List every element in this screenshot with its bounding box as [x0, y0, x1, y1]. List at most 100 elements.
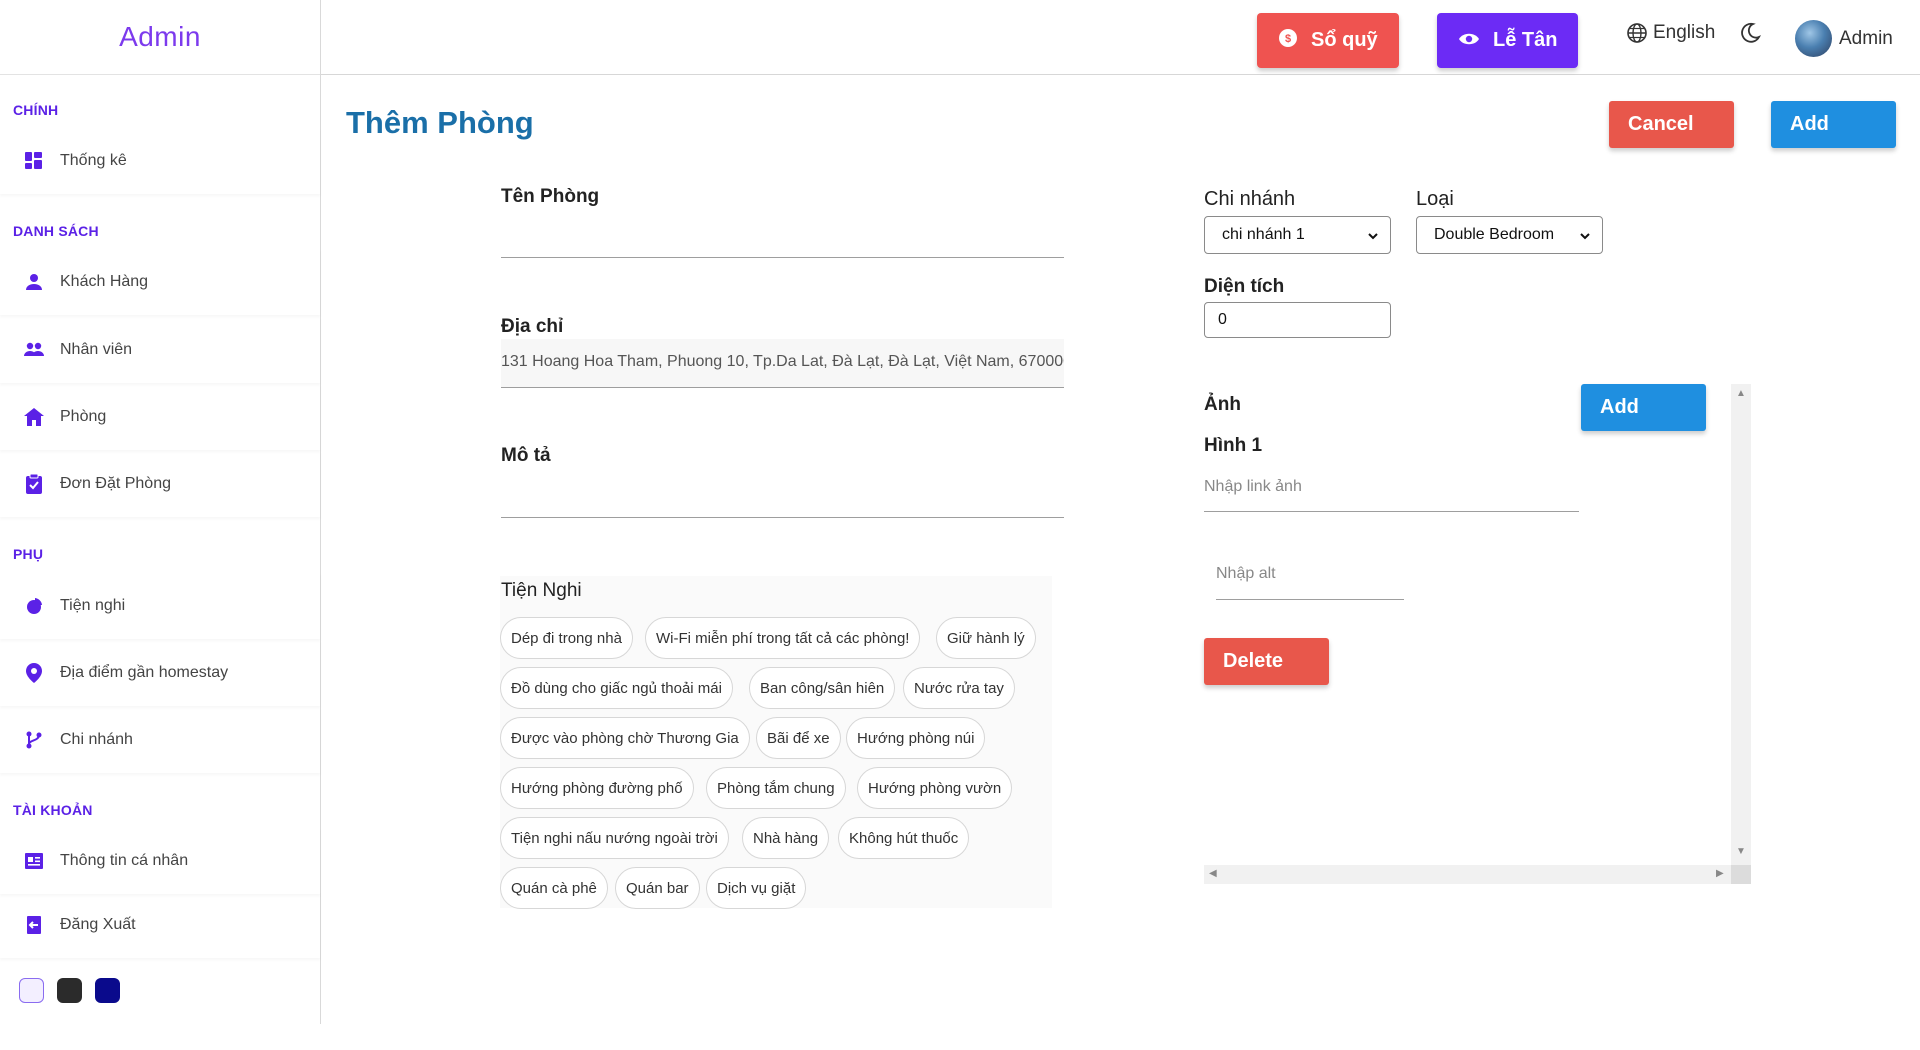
- chevron-down-icon: [1579, 229, 1591, 247]
- chevron-down-icon: [1367, 229, 1379, 247]
- address-input[interactable]: 131 Hoang Hoa Tham, Phuong 10, Tp.Da Lat…: [501, 339, 1064, 387]
- dark-mode-toggle[interactable]: [1739, 22, 1761, 44]
- globe-icon: [1627, 23, 1647, 43]
- scroll-up-icon[interactable]: ▲: [1736, 388, 1746, 399]
- scroll-down-icon[interactable]: ▼: [1736, 846, 1746, 857]
- amenity-chip[interactable]: Wi-Fi miễn phí trong tất cả các phòng!: [645, 617, 921, 659]
- area-label: Diện tích: [1204, 276, 1285, 297]
- id-card-icon: [24, 851, 44, 871]
- dashboard-icon: [24, 151, 44, 171]
- image-panel-vertical-scrollbar[interactable]: [1731, 384, 1751, 865]
- amenity-chip[interactable]: Không hút thuốc: [838, 817, 970, 859]
- type-select-value: Double Bedroom: [1434, 226, 1555, 243]
- amenity-chip[interactable]: Được vào phòng chờ Thương Gia: [500, 717, 750, 759]
- amenity-chip[interactable]: Tiện nghi nấu nướng ngoài trời: [500, 817, 729, 859]
- address-underline: [501, 387, 1064, 388]
- sidebar-item-branches[interactable]: Chi nhánh: [0, 707, 320, 773]
- sidebar-item-label: Thông tin cá nhân: [60, 852, 189, 869]
- sidebar-item-customers[interactable]: Khách Hàng: [0, 249, 320, 315]
- page-title: Thêm Phòng: [346, 105, 534, 140]
- amenities-label: Tiện Nghi: [501, 580, 582, 601]
- amenity-chip[interactable]: Đồ dùng cho giấc ngủ thoải mái: [500, 667, 733, 709]
- amenity-chip[interactable]: Dịch vụ giặt: [706, 867, 807, 909]
- app-logo[interactable]: Admin: [119, 21, 201, 53]
- user-menu[interactable]: Admin: [1795, 20, 1893, 57]
- image-panel: [1204, 384, 1753, 884]
- scrollbar-corner: [1731, 865, 1751, 884]
- type-select[interactable]: Double Bedroom: [1416, 216, 1603, 254]
- image-link-input[interactable]: Nhập link ảnh: [1204, 478, 1579, 511]
- amenity-chip[interactable]: Nhà hàng: [742, 817, 830, 859]
- logo-area: Admin: [0, 0, 320, 75]
- svg-text:$: $: [1285, 33, 1291, 45]
- sidebar-item-logout[interactable]: Đăng Xuất: [0, 892, 320, 958]
- scroll-left-icon[interactable]: ◀: [1209, 868, 1217, 879]
- language-label: English: [1653, 22, 1716, 43]
- cancel-button[interactable]: Cancel: [1609, 101, 1734, 148]
- sidebar-item-label: Địa điểm gần homestay: [60, 664, 229, 681]
- amenity-chip[interactable]: Dép đi trong nhà: [500, 617, 633, 659]
- room-name-label: Tên Phòng: [501, 186, 600, 207]
- section-title-secondary: PHỤ: [13, 546, 44, 562]
- sidebar-item-label: Tiện nghi: [60, 597, 126, 614]
- sidebar-item-statistics[interactable]: Thống kê: [0, 128, 320, 194]
- home-icon: [24, 407, 44, 427]
- moon-icon: [1739, 22, 1761, 44]
- add-image-button[interactable]: Add: [1581, 384, 1706, 431]
- section-title-main: CHÍNH: [13, 102, 59, 118]
- amenity-chip[interactable]: Ban công/sân hiên: [749, 667, 896, 709]
- image-panel-horizontal-scrollbar[interactable]: [1204, 865, 1731, 884]
- sidebar-item-label: Thống kê: [60, 152, 127, 169]
- amenity-chip[interactable]: Phòng tắm chung: [706, 767, 846, 809]
- users-icon: [24, 340, 44, 360]
- reception-button[interactable]: Lễ Tân: [1437, 13, 1578, 68]
- sidebar-item-profile[interactable]: Thông tin cá nhân: [0, 828, 320, 894]
- topbar: $ Sổ quỹ Lễ Tân English Admin: [321, 0, 1920, 75]
- amenity-chip[interactable]: Hướng phòng đường phố: [500, 767, 694, 809]
- sidebar-item-label: Đăng Xuất: [60, 916, 136, 933]
- add-room-button[interactable]: Add: [1771, 101, 1896, 148]
- sidebar-item-amenities[interactable]: Tiện nghi: [0, 573, 320, 639]
- amenity-chip[interactable]: Quán bar: [615, 867, 700, 909]
- address-label: Địa chỉ: [501, 316, 564, 337]
- sidebar-item-staff[interactable]: Nhân viên: [0, 317, 320, 383]
- language-switcher[interactable]: English: [1627, 22, 1715, 44]
- image-link-underline: [1204, 511, 1579, 512]
- room-name-underline: [501, 257, 1064, 258]
- sidebar-item-label: Đơn Đặt Phòng: [60, 475, 171, 492]
- description-label: Mô tả: [501, 445, 551, 466]
- delete-image-button[interactable]: Delete: [1204, 638, 1329, 685]
- description-input[interactable]: [501, 482, 1064, 516]
- theme-swatch-light[interactable]: [19, 978, 44, 1003]
- sidebar-item-label: Khách Hàng: [60, 273, 149, 290]
- area-input[interactable]: 0: [1204, 302, 1391, 338]
- theme-swatch-navy[interactable]: [95, 978, 120, 1003]
- cashbook-button[interactable]: $ Sổ quỹ: [1257, 13, 1399, 68]
- eye-icon: [1459, 29, 1479, 52]
- image-alt-input[interactable]: Nhập alt: [1216, 565, 1404, 598]
- user-name: Admin: [1839, 27, 1893, 49]
- scroll-right-icon[interactable]: ▶: [1716, 868, 1724, 879]
- theme-swatch-dark[interactable]: [57, 978, 82, 1003]
- image-alt-underline: [1216, 599, 1404, 600]
- logout-icon: [24, 915, 44, 935]
- branch-select[interactable]: chi nhánh 1: [1204, 216, 1391, 254]
- description-underline: [501, 517, 1064, 518]
- amenity-chip[interactable]: Hướng phòng núi: [846, 717, 986, 759]
- amenity-chip[interactable]: Quán cà phê: [500, 867, 608, 909]
- cashbook-label: Sổ quỹ: [1311, 29, 1378, 51]
- amenity-chip[interactable]: Hướng phòng vườn: [857, 767, 1013, 809]
- room-name-input[interactable]: [501, 222, 1064, 256]
- branch-label: Chi nhánh: [1204, 188, 1296, 210]
- sidebar-item-bookings[interactable]: Đơn Đặt Phòng: [0, 451, 320, 517]
- amenity-chip[interactable]: Giữ hành lý: [936, 617, 1036, 659]
- avatar: [1795, 20, 1832, 57]
- sidebar-item-label: Chi nhánh: [60, 731, 133, 748]
- amenity-chip[interactable]: Nước rửa tay: [903, 667, 1015, 709]
- sidebar-item-label: Nhân viên: [60, 341, 133, 358]
- amenity-chip[interactable]: Bãi để xe: [756, 717, 841, 759]
- section-title-list: DANH SÁCH: [13, 223, 99, 239]
- sidebar-item-nearby-places[interactable]: Địa điểm gần homestay: [0, 640, 320, 706]
- sidebar-item-rooms[interactable]: Phòng: [0, 384, 320, 450]
- branch-icon: [24, 730, 44, 750]
